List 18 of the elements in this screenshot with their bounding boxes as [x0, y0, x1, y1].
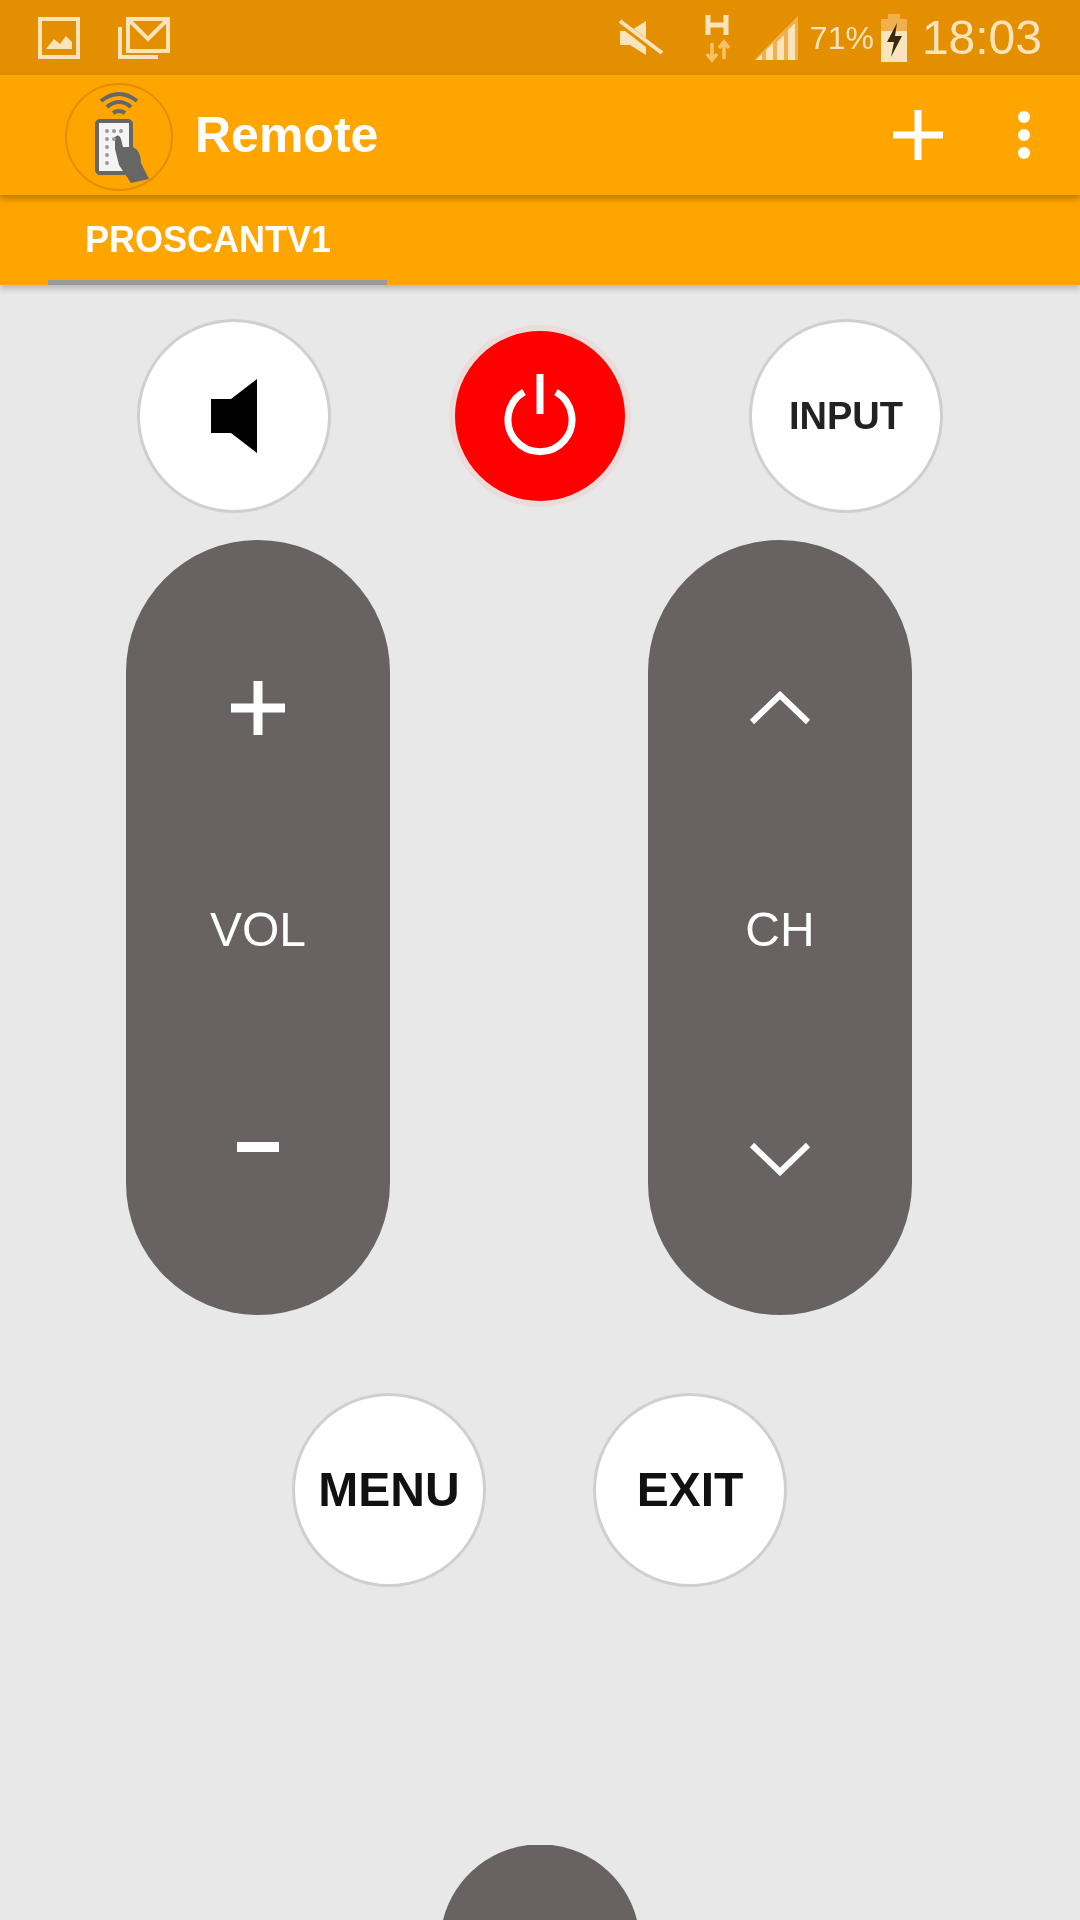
app-title: Remote — [195, 110, 379, 160]
clock: 18:03 — [921, 13, 1042, 62]
remote-key-button[interactable]: EXIT — [593, 1393, 787, 1587]
remote-key-button[interactable]: MENU — [292, 1393, 486, 1587]
rocker-label: VOL — [209, 906, 306, 954]
battery-percent: 71% — [809, 21, 874, 54]
chevron-down-icon[interactable] — [749, 1142, 811, 1176]
picture-icon — [38, 16, 80, 59]
battery-charging-icon — [879, 13, 908, 62]
plus-icon[interactable] — [231, 681, 285, 735]
mail-icon — [118, 16, 170, 59]
rocker-label: CH — [745, 906, 815, 954]
chevron-up-icon[interactable] — [749, 691, 811, 725]
volume-rocker[interactable]: VOL — [126, 540, 390, 1315]
input-button[interactable]: INPUT — [749, 319, 943, 513]
partial-round-button[interactable] — [440, 1845, 640, 1920]
speaker-icon — [211, 379, 257, 453]
channel-rocker[interactable]: CH — [648, 540, 912, 1315]
